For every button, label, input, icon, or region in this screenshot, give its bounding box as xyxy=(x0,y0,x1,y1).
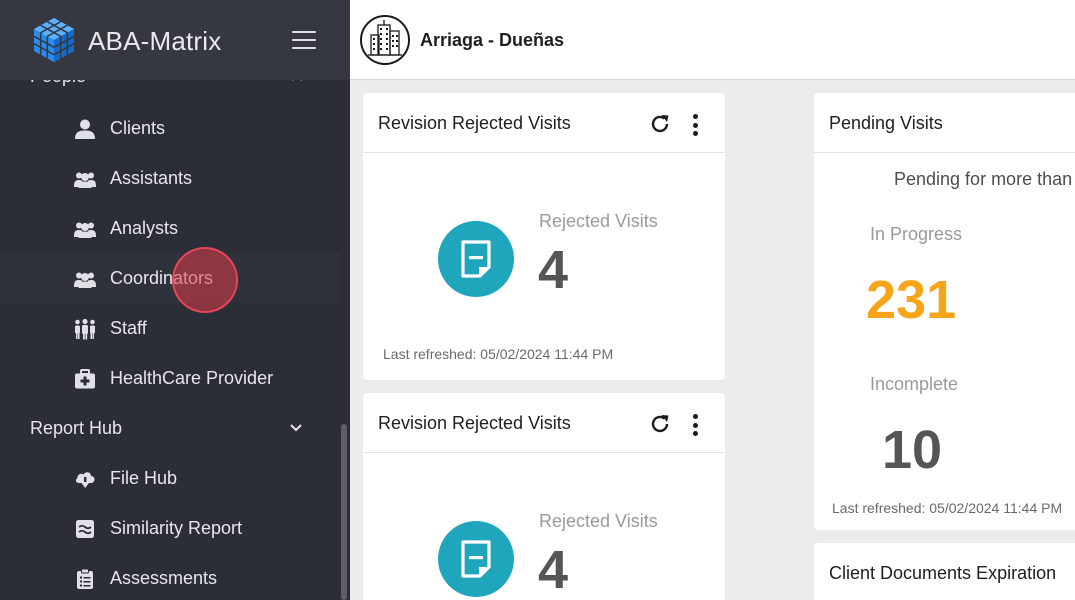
document-icon xyxy=(461,240,491,278)
incomplete-value[interactable]: 10 xyxy=(882,419,942,481)
rejected-visits-card: Revision Rejected Visits Rejected Visits… xyxy=(363,393,725,600)
in-progress-label: In Progress xyxy=(870,224,963,244)
sidebar-item-staff[interactable]: Staff xyxy=(0,303,340,353)
rejected-visits-label: Rejected Visits xyxy=(539,511,658,531)
pending-visits-card: Pending Visits Pending for more than 4 I… xyxy=(814,93,1075,530)
last-refreshed: Last refreshed: 05/02/2024 11:44 PM xyxy=(832,500,1063,516)
users-icon xyxy=(74,222,96,238)
sidebar-item-coordinators[interactable]: Coordinators xyxy=(0,253,340,303)
users-icon xyxy=(74,172,96,188)
more-options-icon[interactable] xyxy=(690,114,700,140)
users-icon xyxy=(74,272,96,288)
sidebar-item-analysts[interactable]: Analysts xyxy=(0,203,340,253)
cloud-download-icon xyxy=(75,472,95,488)
card-header: Revision Rejected Visits xyxy=(363,393,725,453)
pending-subtitle: Pending for more than 4 xyxy=(894,169,1075,189)
incomplete-label: Incomplete xyxy=(870,374,959,394)
last-refreshed: Last refreshed: 05/02/2024 11:44 PM xyxy=(383,346,614,362)
sidebar: ABA-Matrix People Clients Assistants xyxy=(0,0,350,600)
sidebar-item-label: Staff xyxy=(110,318,147,338)
document-icon xyxy=(461,540,491,578)
sidebar-item-label: Similarity Report xyxy=(110,518,243,538)
staff-icon xyxy=(75,318,95,340)
card-header: Client Documents Expiration xyxy=(814,543,1075,600)
logo-icon xyxy=(33,18,75,62)
sidebar-scrollbar[interactable] xyxy=(341,424,347,600)
refresh-icon[interactable] xyxy=(648,112,672,136)
card-header: Revision Rejected Visits xyxy=(363,93,725,153)
document-badge xyxy=(438,221,514,297)
refresh-icon[interactable] xyxy=(648,412,672,436)
in-progress-value[interactable]: 231 xyxy=(866,269,956,331)
rejected-visits-label: Rejected Visits xyxy=(539,211,658,231)
org-avatar[interactable] xyxy=(360,15,410,65)
more-options-icon[interactable] xyxy=(690,414,700,440)
document-badge xyxy=(438,521,514,597)
card-title: Revision Rejected Visits xyxy=(378,113,571,133)
top-bar: Arriaga - Dueñas xyxy=(350,0,1075,80)
sidebar-item-label: Assistants xyxy=(110,168,193,188)
card-title: Client Documents Expiration xyxy=(829,563,1057,583)
client-documents-expiration-card: Client Documents Expiration xyxy=(814,543,1075,600)
sidebar-item-label: Assessments xyxy=(110,568,218,588)
building-icon xyxy=(368,20,402,56)
sidebar-item-label: Coordinators xyxy=(110,268,214,288)
sidebar-item-label: Clients xyxy=(110,118,166,138)
user-icon xyxy=(75,119,95,139)
sidebar-item-label: HealthCare Provider xyxy=(110,368,274,388)
app-name: ABA-Matrix xyxy=(88,26,222,56)
sidebar-item-healthcare-provider[interactable]: HealthCare Provider xyxy=(0,353,340,403)
section-report-hub[interactable]: Report Hub xyxy=(30,418,122,439)
report-icon xyxy=(76,520,94,538)
chevron-down-icon[interactable] xyxy=(289,421,303,435)
sidebar-item-label: File Hub xyxy=(110,468,178,488)
sidebar-item-label: Analysts xyxy=(110,218,179,238)
sidebar-item-assessments[interactable]: Assessments xyxy=(0,553,340,600)
sidebar-item-clients[interactable]: Clients xyxy=(0,103,340,153)
menu-toggle-icon[interactable] xyxy=(292,31,316,51)
rejected-visits-card: Revision Rejected Visits Rejected Visits… xyxy=(363,93,725,380)
rejected-visits-value: 4 xyxy=(538,240,569,300)
card-title: Pending Visits xyxy=(829,113,943,133)
medical-kit-icon xyxy=(75,369,95,389)
card-header: Pending Visits xyxy=(814,93,1075,153)
sidebar-item-file-hub[interactable]: File Hub xyxy=(0,453,340,503)
clipboard-list-icon xyxy=(77,568,93,589)
sidebar-item-assistants[interactable]: Assistants xyxy=(0,153,340,203)
card-title: Revision Rejected Visits xyxy=(378,413,571,433)
org-name[interactable]: Arriaga - Dueñas xyxy=(420,30,564,51)
rejected-visits-value: 4 xyxy=(538,540,569,600)
sidebar-item-similarity-report[interactable]: Similarity Report xyxy=(0,503,340,553)
brand-bar: ABA-Matrix xyxy=(0,0,350,80)
